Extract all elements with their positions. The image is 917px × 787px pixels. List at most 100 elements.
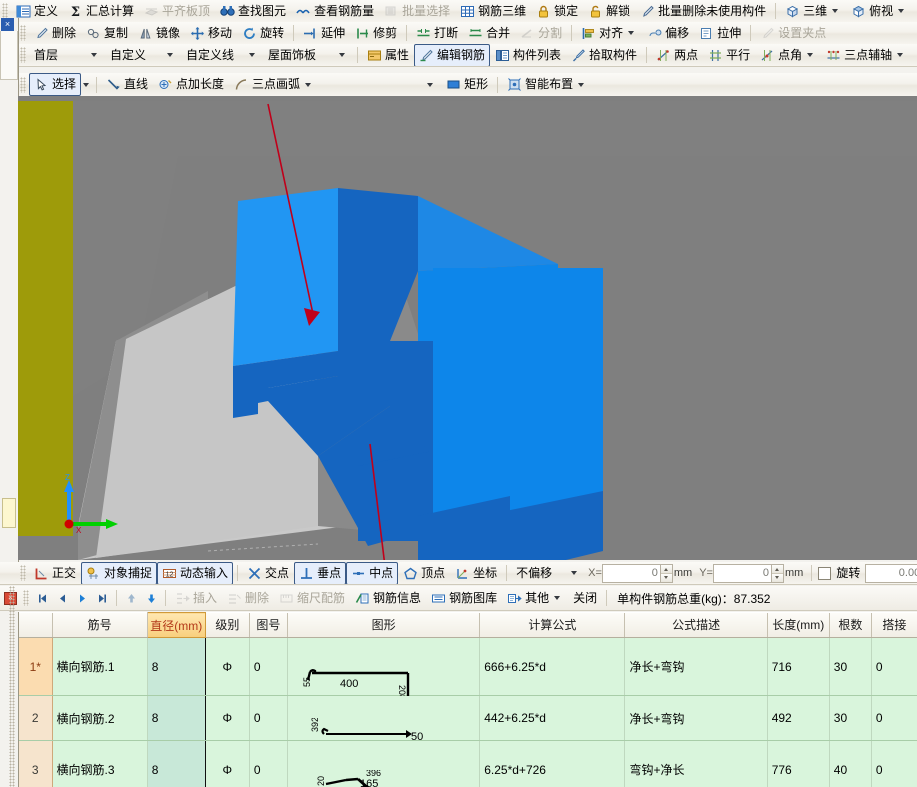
- formula-cell[interactable]: 666+6.25*d: [479, 637, 626, 696]
- offset-mode-combo[interactable]: 不偏移: [511, 564, 581, 582]
- toolbar-item-mirror[interactable]: 镜像: [133, 22, 185, 44]
- component-combo[interactable]: 屋面饰板: [263, 46, 349, 64]
- count-cell[interactable]: 40: [829, 740, 872, 787]
- lap-cell[interactable]: 0: [871, 740, 917, 787]
- toolbar-item-point-angle-axis[interactable]: 点角: [755, 44, 821, 66]
- grade-cell[interactable]: Φ: [205, 695, 250, 741]
- toolbar-item-parallel-axis[interactable]: 平行: [703, 44, 755, 66]
- toolbar-grip[interactable]: [20, 25, 26, 41]
- formula-cell[interactable]: 442+6.25*d: [479, 695, 626, 741]
- rebar-info-button[interactable]: 钢筋信息: [350, 587, 426, 610]
- snap-settings-bar[interactable]: 正交 对象捕捉 12 动态输入 交点 垂点 中点 顶点 坐标 不偏移 X= 0 …: [0, 562, 917, 585]
- row-index-cell[interactable]: 1*: [19, 637, 53, 696]
- prev-record-button[interactable]: [52, 589, 72, 607]
- snap-dynamic-input[interactable]: 12 动态输入: [157, 562, 234, 584]
- chevron-down-icon[interactable]: [566, 565, 581, 581]
- component-type-combo[interactable]: 自定义线: [181, 46, 259, 64]
- draw-toolbar-row4[interactable]: 选择 直线 点加长度 三点画弧 矩形 智能布置: [18, 73, 917, 97]
- toolbar-item-unlock[interactable]: 解锁: [583, 0, 635, 22]
- toolbar-item-find-element[interactable]: 查找图元: [215, 0, 291, 22]
- last-record-button[interactable]: [92, 589, 112, 607]
- toolbar-item-lock[interactable]: 锁定: [531, 0, 583, 22]
- column-header-lap[interactable]: 搭接: [871, 612, 917, 638]
- toolbar-item-properties[interactable]: 属性: [362, 44, 414, 66]
- shape-no-cell[interactable]: 0: [249, 695, 288, 741]
- move-down-button[interactable]: [141, 589, 161, 607]
- toolbar-item-stretch[interactable]: 拉伸: [694, 22, 746, 44]
- component-toolbar-row3[interactable]: 首层 自定义 自定义线 屋面饰板 属性 编辑钢筋 构件列表 拾取构件 两点 平行…: [18, 44, 917, 67]
- chevron-down-icon[interactable]: [578, 82, 585, 87]
- length-cell[interactable]: 716: [767, 637, 830, 696]
- chevron-down-icon[interactable]: [554, 596, 561, 600]
- toolbar-item-break[interactable]: 打断: [411, 22, 463, 44]
- formula-desc-cell[interactable]: 弯钩+净长: [624, 740, 768, 787]
- grid-panel-grip[interactable]: [9, 586, 15, 787]
- diameter-cell[interactable]: 8: [146, 695, 206, 741]
- snap-perpendicular[interactable]: 垂点: [294, 562, 347, 584]
- tool-three-point-arc[interactable]: 三点画弧: [229, 73, 319, 96]
- toolbar-grip[interactable]: [2, 3, 8, 19]
- toolbar-grip[interactable]: [20, 565, 26, 581]
- rebar-no-cell[interactable]: 横向钢筋.3: [52, 740, 148, 787]
- column-header-formula-desc[interactable]: 公式描述: [624, 612, 768, 638]
- rail-vertical-tab[interactable]: [2, 498, 16, 528]
- rebar-no-cell[interactable]: 横向钢筋.1: [52, 637, 148, 696]
- toolbar-item-pick-component[interactable]: 拾取构件: [566, 44, 642, 66]
- chevron-down-icon[interactable]: [832, 9, 839, 13]
- toolbar-item-merge[interactable]: 合并: [463, 22, 515, 44]
- toolbar-grip[interactable]: [20, 47, 26, 63]
- tool-point-add-length[interactable]: 点加长度: [153, 73, 229, 96]
- chevron-down-icon[interactable]: [422, 77, 437, 93]
- toolbar-item-extend[interactable]: 延伸: [298, 22, 350, 44]
- toolbar-item-move[interactable]: 移动: [185, 22, 237, 44]
- column-header-shape[interactable]: 图形: [287, 612, 481, 638]
- chevron-down-icon[interactable]: [334, 47, 349, 63]
- diameter-cell[interactable]: 8: [146, 740, 206, 787]
- rotate-input[interactable]: 0.000: [865, 563, 917, 583]
- formula-desc-cell[interactable]: 净长+弯钩: [624, 637, 768, 696]
- snap-ortho[interactable]: 正交: [29, 562, 81, 584]
- column-header-rebar-no[interactable]: 筋号: [52, 612, 148, 638]
- tool-line[interactable]: 直线: [101, 73, 153, 96]
- length-cell[interactable]: 492: [767, 695, 830, 741]
- lap-cell[interactable]: 0: [871, 695, 917, 741]
- toolbar-grip[interactable]: [20, 76, 26, 93]
- rebar-library-button[interactable]: 钢筋图库: [426, 587, 502, 610]
- shape-no-cell[interactable]: 0: [249, 740, 288, 787]
- chevron-down-icon[interactable]: [86, 47, 101, 63]
- toolbar-grip[interactable]: [23, 590, 29, 606]
- category-combo[interactable]: 自定义: [105, 46, 177, 64]
- diameter-cell[interactable]: 8: [146, 637, 206, 696]
- shape-cell[interactable]: 392 50: [287, 695, 481, 743]
- shape-cell[interactable]: 396 20 165 540 50: [287, 740, 481, 787]
- floor-combo[interactable]: 首层: [29, 46, 101, 64]
- move-up-button[interactable]: [121, 589, 141, 607]
- edit-toolbar-row2[interactable]: 删除 复制 镜像 移动 旋转 延伸 修剪 打断 合并 分割 对齐 偏移 拉伸 设…: [18, 22, 917, 45]
- rebar-no-cell[interactable]: 横向钢筋.2: [52, 695, 148, 741]
- main-toolbar-row1[interactable]: 定义 Σ 汇总计算 平齐板顶 查找图元 查看钢筋量 批量选择 钢筋三维 锁定 解…: [0, 0, 917, 23]
- rail-close-icon[interactable]: ×: [1, 18, 14, 31]
- toolbar-item-delete-axis[interactable]: 删除辅轴: [911, 44, 917, 66]
- length-cell[interactable]: 776: [767, 740, 830, 787]
- column-header-length[interactable]: 长度(mm): [767, 612, 830, 638]
- shape-no-cell[interactable]: 0: [249, 637, 288, 696]
- 3d-model-viewport[interactable]: Z X: [18, 96, 917, 560]
- count-cell[interactable]: 30: [829, 695, 872, 741]
- tool-rect[interactable]: 矩形: [441, 73, 493, 96]
- toolbar-item-delete[interactable]: 删除: [29, 22, 81, 44]
- rail-slot[interactable]: [0, 63, 18, 80]
- toolbar-item-rebar-3d[interactable]: 钢筋三维: [455, 0, 531, 22]
- first-record-button[interactable]: [32, 589, 52, 607]
- chevron-down-icon[interactable]: [83, 82, 90, 87]
- row-index-cell[interactable]: 3: [19, 740, 53, 787]
- column-header-grade[interactable]: 级别: [205, 612, 250, 638]
- next-record-button[interactable]: [72, 589, 92, 607]
- toolbar-item-two-point-axis[interactable]: 两点: [651, 44, 703, 66]
- toolbar-item-dynamic-view[interactable]: 动: [912, 0, 917, 22]
- snap-vertex[interactable]: 顶点: [398, 562, 450, 584]
- rebar-close-button[interactable]: 关闭: [568, 587, 602, 610]
- toolbar-item-align[interactable]: 对齐: [576, 22, 642, 44]
- toolbar-item-batch-delete-unused[interactable]: 批量删除未使用构件: [635, 0, 771, 22]
- column-header-diameter[interactable]: 直径(mm): [146, 612, 206, 638]
- row-index-cell[interactable]: 2: [19, 695, 53, 741]
